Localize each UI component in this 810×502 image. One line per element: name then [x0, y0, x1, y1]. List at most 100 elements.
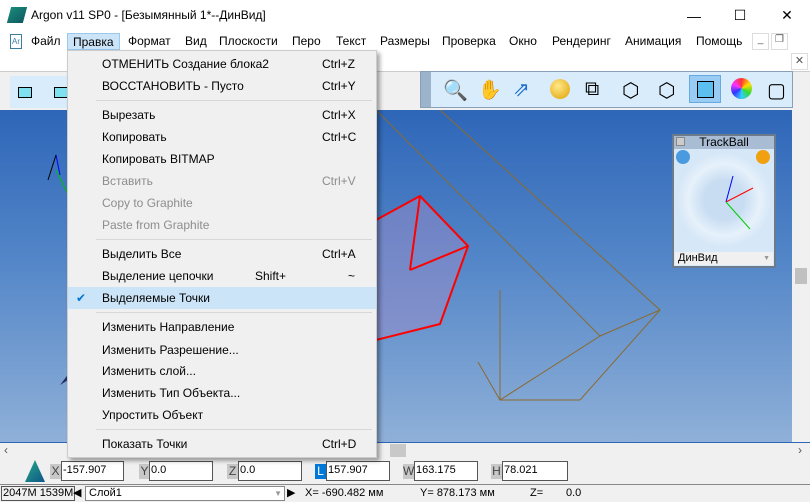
menu-item-shortcut: Ctrl+A: [322, 247, 356, 261]
menu-item[interactable]: Paste from Graphite: [68, 214, 376, 236]
menu-dimensions[interactable]: Размеры: [375, 33, 435, 50]
trackball-sphere[interactable]: [678, 154, 770, 246]
z-field[interactable]: 0.0: [238, 461, 302, 481]
toolbar-grip[interactable]: [421, 72, 431, 107]
menu-item[interactable]: Вставить Ctrl+V: [68, 170, 376, 192]
layer-next-arrow[interactable]: ▶: [287, 486, 295, 499]
memory-status: 2047M 1539M: [1, 486, 76, 501]
menu-item[interactable]: Копировать Ctrl+C: [68, 126, 376, 148]
menu-item[interactable]: Изменить Направление: [68, 316, 376, 338]
menu-item-shortcut-key: ~: [348, 269, 356, 283]
width-field[interactable]: 163.175: [414, 461, 478, 481]
menu-item-label: Упростить Объект: [102, 408, 204, 422]
menu-edit[interactable]: Правка: [67, 33, 120, 50]
menu-item-shortcut: Ctrl+X: [322, 108, 356, 122]
hidden-line-cube-icon[interactable]: ⬡: [622, 78, 639, 103]
length-field[interactable]: 157.907: [326, 461, 390, 481]
menu-item[interactable]: ОТМЕНИТЬ Создание блока2 Ctrl+Z: [68, 53, 376, 75]
scroll-left-arrow[interactable]: ‹: [4, 443, 8, 457]
vertical-scrollbar[interactable]: [792, 110, 810, 442]
menu-item[interactable]: Показать Точки Ctrl+D: [68, 433, 376, 455]
h-label: H: [491, 464, 502, 479]
y-field[interactable]: 0.0: [149, 461, 213, 481]
menu-view[interactable]: Вид: [180, 33, 212, 50]
menu-item[interactable]: Упростить Объект: [68, 404, 376, 426]
menu-item[interactable]: Вырезать Ctrl+X: [68, 104, 376, 126]
menu-item-label: Копировать BITMAP: [102, 152, 215, 166]
menu-separator: [96, 429, 372, 430]
menu-item[interactable]: Изменить Разрешение...: [68, 339, 376, 361]
trackball-pin[interactable]: [676, 137, 685, 146]
minimize-button[interactable]: —: [671, 0, 717, 31]
app-logo-icon: [6, 7, 28, 23]
menu-separator: [96, 239, 372, 240]
view-toolbar: 🔍 ✋ ⇗ ⧉ ⬡ ⬡ ▢: [420, 71, 793, 108]
scroll-right-arrow[interactable]: ›: [798, 443, 802, 457]
edit-menu-dropdown: ОТМЕНИТЬ Создание блока2 Ctrl+Z ВОССТАНОВИ…: [67, 50, 377, 458]
menu-format[interactable]: Формат: [123, 33, 176, 50]
checkmark-icon: ✔: [76, 291, 87, 305]
menu-check[interactable]: Проверка: [437, 33, 501, 50]
horizontal-scroll-thumb[interactable]: [390, 444, 406, 457]
menu-item[interactable]: Выделение цепочки Shift+ ~: [68, 265, 376, 287]
vertical-scroll-thumb[interactable]: [795, 268, 807, 284]
menu-separator: [96, 100, 372, 101]
menu-item[interactable]: Изменить Тип Объекта...: [68, 382, 376, 404]
menu-item-label: ВОССТАНОВИТЬ - Пусто: [102, 79, 244, 93]
menu-help[interactable]: Помощь: [691, 33, 747, 50]
layer-select[interactable]: Слой1 ▼: [85, 486, 285, 501]
close-button[interactable]: ✕: [764, 0, 810, 31]
menu-item-label: Copy to Graphite: [102, 196, 193, 210]
menu-item[interactable]: Copy to Graphite: [68, 192, 376, 214]
menu-item-shortcut: Ctrl+V: [322, 174, 356, 188]
pan-hand-icon[interactable]: ✋: [478, 78, 502, 102]
trackball-view-name: ДинВид: [678, 252, 718, 264]
menu-item-label: Выделение цепочки: [102, 269, 214, 283]
trackball-title: TrackBall: [674, 136, 774, 149]
rotate-view-icon[interactable]: [550, 79, 570, 99]
render-sphere-icon[interactable]: [731, 78, 752, 99]
menu-window[interactable]: Окно: [504, 33, 542, 50]
x-label: X: [50, 464, 61, 479]
menu-item[interactable]: Изменить слой...: [68, 360, 376, 382]
menu-item[interactable]: Копировать BITMAP: [68, 148, 376, 170]
wireframe-cube-icon[interactable]: ⧉: [585, 78, 599, 101]
menu-rendering[interactable]: Рендеринг: [547, 33, 616, 50]
coordinate-bar: X -157.907 Y 0.0 Z 0.0 L 157.907 W 163.1…: [0, 458, 810, 484]
menu-item-label: Paste from Graphite: [102, 218, 210, 232]
trackball-view-select[interactable]: ДинВид ▼: [675, 252, 773, 265]
cursor-x: X= -690.482 мм: [305, 487, 384, 499]
document-icon: Ar: [10, 34, 22, 49]
doc-close-button[interactable]: ✕: [791, 53, 808, 70]
menu-item-label: Копировать: [102, 130, 167, 144]
perspective-cube-icon[interactable]: ▢: [767, 78, 786, 103]
menu-item[interactable]: ✔ Выделяемые Точки: [68, 287, 376, 309]
menu-pen[interactable]: Перо: [287, 33, 326, 50]
menu-item[interactable]: ВОССТАНОВИТЬ - Пусто Ctrl+Y: [68, 75, 376, 97]
menu-item-label: Изменить Разрешение...: [102, 343, 239, 357]
trackball-panel[interactable]: TrackBall ДинВид ▼: [672, 134, 776, 268]
menu-item[interactable]: Выделить Все Ctrl+A: [68, 243, 376, 265]
x-field[interactable]: -157.907: [61, 461, 124, 481]
menu-bar: Ar Файл Правка Формат Вид Плоскости Перо…: [0, 31, 810, 51]
axis-gizmo: [47, 154, 69, 195]
doc-restore-button[interactable]: ❐: [771, 33, 788, 50]
outline-cube-icon[interactable]: ⬡: [658, 78, 675, 103]
menu-item-label: Изменить слой...: [102, 364, 196, 378]
zoom-icon[interactable]: 🔍: [443, 78, 468, 103]
menu-text[interactable]: Текст: [331, 33, 371, 50]
shaded-cube-button[interactable]: [689, 75, 721, 103]
layer-name: Слой1: [89, 487, 122, 499]
selected-block: [375, 194, 470, 342]
menu-animation[interactable]: Анимация: [620, 33, 686, 50]
menu-file[interactable]: Файл: [26, 33, 66, 50]
zoom-extents-icon[interactable]: ⇗: [513, 77, 530, 102]
menu-planes[interactable]: Плоскости: [214, 33, 283, 50]
maximize-button[interactable]: ☐: [717, 0, 763, 31]
layer-prev-arrow[interactable]: ◀: [73, 486, 81, 499]
height-field[interactable]: 78.021: [502, 461, 568, 481]
menu-item-shortcut: Ctrl+C: [322, 130, 357, 144]
doc-minimize-button[interactable]: _: [752, 33, 769, 50]
z-label: Z: [227, 464, 238, 479]
point-tool-icon[interactable]: [18, 87, 32, 98]
